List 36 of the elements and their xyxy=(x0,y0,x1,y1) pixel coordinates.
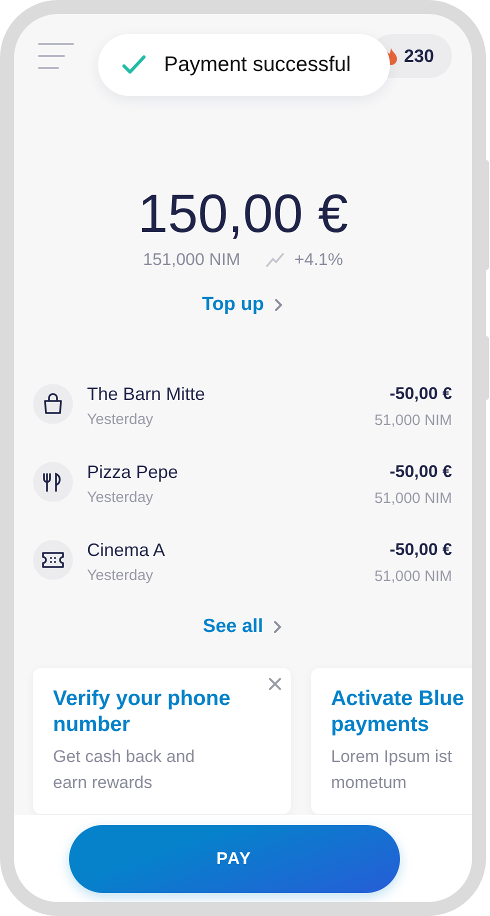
crypto-amount: 51,000 NIM xyxy=(374,568,452,585)
card-text: Get cash back and earn rewards xyxy=(53,746,196,794)
promo-card[interactable]: Activate Blue payments Lorem Ipsum ist mometum xyxy=(311,668,472,814)
card-title: Activate Blue payments xyxy=(331,686,466,738)
check-icon xyxy=(122,55,146,75)
transaction-amount: -50,00 € xyxy=(390,462,452,482)
toast-message: Payment successful xyxy=(164,53,351,77)
merchant-name: The Barn Mitte xyxy=(87,384,206,405)
bag-icon xyxy=(42,393,64,415)
transaction-row[interactable]: Cinema A Yesterday -50,00 € 51,000 NIM xyxy=(33,540,452,592)
promo-card[interactable]: Verify your phone number Get cash back and earn rewards xyxy=(33,668,291,814)
transaction-amount: -50,00 € xyxy=(390,540,452,560)
ticket-icon xyxy=(41,550,65,570)
transaction-amount: -50,00 € xyxy=(390,384,452,404)
chevron-right-icon xyxy=(273,620,284,634)
card-title: Verify your phone number xyxy=(53,686,232,738)
transaction-row[interactable]: Pizza Pepe Yesterday -50,00 € 51,000 NIM xyxy=(33,462,452,514)
transaction-date: Yesterday xyxy=(87,567,154,584)
crypto-balance: 151,000 NIM xyxy=(142,250,240,270)
crypto-amount: 51,000 NIM xyxy=(374,412,452,429)
chevron-right-icon xyxy=(274,298,284,312)
trend-icon xyxy=(266,253,284,267)
close-icon[interactable] xyxy=(269,678,281,690)
top-up-link[interactable]: Top up xyxy=(202,294,284,316)
menu-icon[interactable] xyxy=(38,42,74,70)
balance-amount: 150,00 € xyxy=(138,183,348,246)
crypto-amount: 51,000 NIM xyxy=(374,490,452,507)
merchant-name: Cinema A xyxy=(87,540,166,561)
card-text: Lorem Ipsum ist mometum xyxy=(331,746,453,794)
transaction-row[interactable]: The Barn Mitte Yesterday -50,00 € 51,000 NIM xyxy=(33,384,452,436)
transaction-date: Yesterday xyxy=(87,489,154,506)
change-percent: +4.1% xyxy=(294,250,344,270)
merchant-name: Pizza Pepe xyxy=(87,462,180,483)
transaction-date: Yesterday xyxy=(87,411,154,428)
see-all-link[interactable]: See all xyxy=(202,616,284,638)
pay-button[interactable]: PAY xyxy=(68,824,400,892)
